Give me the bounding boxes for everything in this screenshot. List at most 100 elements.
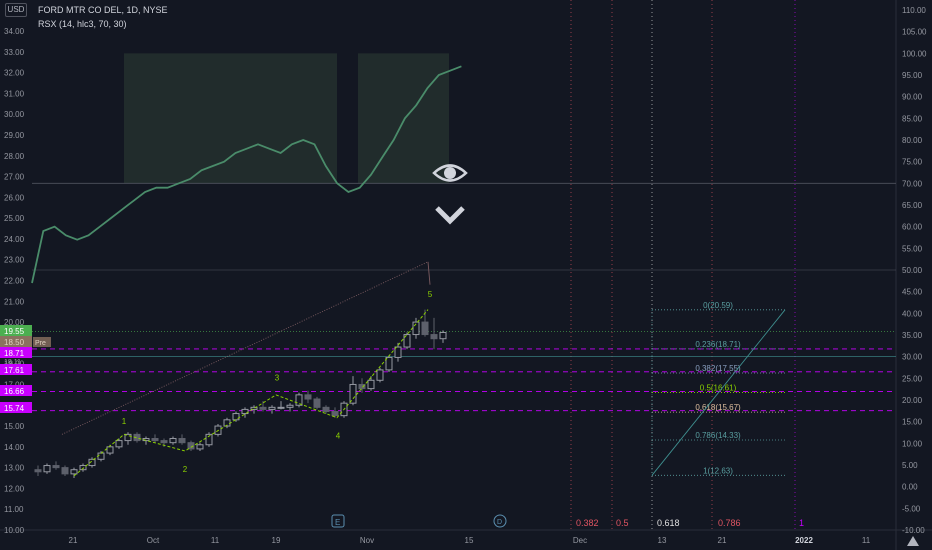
time-label: 13 — [658, 536, 667, 545]
fib-time-label: 0.786 — [718, 518, 741, 528]
candle-body — [151, 438, 159, 442]
candle-body — [439, 331, 447, 340]
price-tick: 25.00 — [4, 214, 25, 223]
time-label: 19 — [272, 536, 281, 545]
indicator-title: RSX (14, hlc3, 70, 30) — [38, 19, 127, 29]
rsx-tick: 55.00 — [902, 244, 923, 253]
rsx-tick: 100.00 — [902, 49, 927, 58]
candle-body — [169, 438, 177, 444]
price-badge-label: 18.71 — [4, 349, 25, 358]
rsx-tick: 65.00 — [902, 201, 923, 210]
time-label: 2022 — [795, 536, 813, 545]
candle-body — [385, 356, 393, 371]
price-tick: 12.00 — [4, 484, 25, 493]
candle-body — [34, 469, 42, 473]
price-badge-label: 18.50 — [4, 338, 25, 347]
rsx-tick: 15.00 — [902, 418, 923, 427]
candle-body — [178, 438, 186, 444]
rsx-tick: 110.00 — [902, 6, 926, 15]
candle-body — [160, 440, 168, 444]
price-tick: 26.00 — [4, 193, 25, 202]
fib-tool-label-0: 0(20.59) — [703, 301, 733, 310]
candle-body — [313, 398, 321, 408]
price-tick: 22.00 — [4, 277, 25, 286]
time-label: 15 — [465, 536, 474, 545]
fib-time-label: 0.382 — [576, 518, 599, 528]
wave-label-3: 3 — [275, 373, 280, 382]
price-badge-label: 15.74 — [4, 404, 25, 413]
time-label: 21 — [69, 536, 78, 545]
chevron-down-icon[interactable] — [434, 204, 466, 226]
rsx-tick: 10.00 — [902, 439, 923, 448]
wave-label-1: 1 — [122, 417, 127, 426]
rsx-tick: 25.00 — [902, 374, 923, 383]
candle-body — [52, 465, 60, 469]
candle-body — [430, 334, 438, 340]
rsx-tick: 90.00 — [902, 93, 923, 102]
rsx-tick: 105.00 — [902, 28, 927, 37]
candle-body — [349, 383, 357, 404]
symbol-title: FORD MTR CO DEL, 1D, NYSE — [38, 5, 168, 15]
price-tick: 14.00 — [4, 443, 25, 452]
price-tick: 24.00 — [4, 235, 25, 244]
candle-body — [295, 394, 303, 406]
rsx-tick: 30.00 — [902, 353, 923, 362]
candle-body — [376, 369, 384, 381]
svg-text:D: D — [497, 519, 502, 526]
candle-body — [97, 452, 105, 460]
price-tick: 31.00 — [4, 89, 25, 98]
chart-canvas[interactable]: 0(20.59) 0.236(18.71) 0.382(17.55) 0.5(16.6… — [0, 0, 932, 550]
time-label: Oct — [147, 536, 160, 545]
wave-label-4: 4 — [336, 432, 341, 441]
candle-body — [196, 444, 204, 450]
candle-body — [61, 467, 69, 475]
candle-body — [106, 446, 114, 454]
rsx-tick: 5.00 — [902, 461, 918, 470]
price-tick: 29.00 — [4, 131, 25, 140]
wave-label-5: 5 — [428, 290, 433, 299]
time-label: 21 — [718, 536, 727, 545]
time-label: 11 — [211, 536, 220, 545]
price-tick: 32.00 — [4, 69, 25, 78]
candle-body — [43, 465, 51, 473]
fib-time-label: 1 — [799, 518, 804, 528]
currency-button[interactable]: USD — [5, 3, 27, 17]
candle-body — [259, 406, 267, 410]
fib-time-label: 0.618 — [657, 518, 680, 528]
rsx-tick: 0.00 — [902, 483, 918, 492]
candle-body — [367, 379, 375, 390]
price-tick: 34.00 — [4, 27, 25, 36]
candle-body — [394, 346, 402, 358]
price-badge-label: 17.61 — [4, 366, 25, 375]
fib-tool-label-3: 0.5(16.61) — [700, 384, 737, 393]
rsx-zone-1 — [124, 53, 337, 184]
rsx-tick: 60.00 — [902, 223, 923, 232]
candle-body — [421, 321, 429, 336]
price-tick: 10.00 — [4, 526, 25, 535]
rsx-tick: 20.00 — [902, 396, 923, 405]
candle-body — [277, 406, 285, 409]
fib-tool-label-6: 1(12.63) — [703, 466, 733, 475]
candle-body — [322, 406, 330, 412]
rsx-tick: 40.00 — [902, 309, 923, 318]
candle-body — [331, 410, 339, 417]
rsx-tick: 35.00 — [902, 331, 923, 340]
pre-market-tag-label: Pre — [35, 340, 46, 347]
candle-body — [70, 469, 78, 475]
price-tick: 33.00 — [4, 48, 25, 57]
price-tick: 27.00 — [4, 173, 25, 182]
price-tick: 15.00 — [4, 422, 25, 431]
price-badge-label: 16.66 — [4, 387, 25, 396]
price-tick: 21.00 — [4, 297, 25, 306]
eye-icon[interactable] — [432, 160, 468, 186]
fib-tool-label-4: 0.618(15.67) — [695, 403, 741, 412]
candle-body — [286, 404, 294, 408]
price-tick: 11.00 — [4, 505, 24, 514]
price-tick: 28.00 — [4, 152, 25, 161]
time-label: 11 — [862, 536, 871, 545]
settings-corner-icon[interactable] — [905, 534, 921, 548]
candle-body — [115, 440, 123, 448]
fib-tool-label-2: 0.382(17.55) — [695, 364, 741, 373]
rsx-tick: 80.00 — [902, 136, 923, 145]
price-tick: 23.00 — [4, 256, 25, 265]
